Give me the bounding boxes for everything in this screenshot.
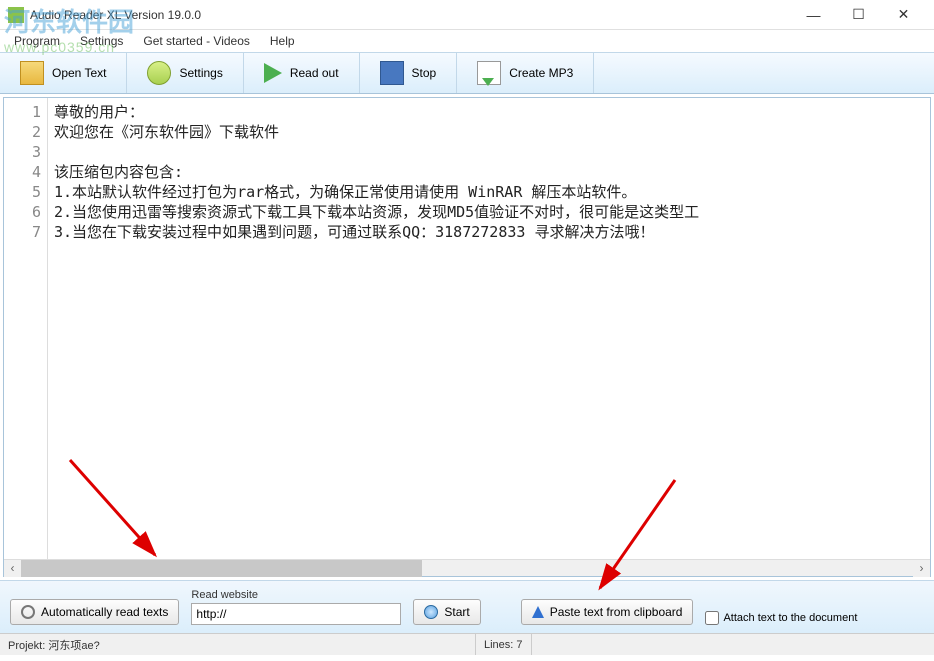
bottom-panel: Automatically read texts Read website St… <box>0 580 934 633</box>
text-line: 该压缩包内容包含: <box>54 162 924 182</box>
open-file-icon <box>20 61 44 85</box>
menu-get-started[interactable]: Get started - Videos <box>135 32 258 50</box>
stop-icon <box>380 61 404 85</box>
maximize-button[interactable]: ☐ <box>836 1 881 29</box>
line-number-gutter: 1234567 <box>4 98 48 559</box>
status-projekt: Projekt: 河东项ae? <box>0 634 476 655</box>
scroll-left-arrow[interactable]: ‹ <box>4 560 21 577</box>
attach-checkbox[interactable] <box>705 611 719 625</box>
scroll-track[interactable] <box>21 560 913 577</box>
stop-label: Stop <box>412 66 437 80</box>
auto-read-label: Automatically read texts <box>41 605 168 619</box>
create-mp3-label: Create MP3 <box>509 66 573 80</box>
menu-program[interactable]: Program <box>6 32 68 50</box>
toolbar: Open Text Settings Read out Stop Create … <box>0 52 934 94</box>
text-line: 尊敬的用户： <box>54 102 924 122</box>
settings-label: Settings <box>179 66 222 80</box>
text-line: 1.本站默认软件经过打包为rar格式，为确保正常使用请使用 WinRAR 解压本… <box>54 182 924 202</box>
create-mp3-button[interactable]: Create MP3 <box>457 53 594 93</box>
start-label: Start <box>444 605 469 619</box>
open-text-label: Open Text <box>52 66 106 80</box>
scroll-thumb[interactable] <box>21 560 422 577</box>
status-lines: Lines: 7 <box>476 634 532 655</box>
menu-help[interactable]: Help <box>262 32 303 50</box>
read-website-group: Read website <box>191 589 401 625</box>
mp3-icon <box>477 61 501 85</box>
scroll-right-arrow[interactable]: › <box>913 560 930 577</box>
window-controls: — ☐ ✕ <box>791 1 926 29</box>
read-out-label: Read out <box>290 66 339 80</box>
globe-icon <box>424 605 438 619</box>
stop-button[interactable]: Stop <box>360 53 458 93</box>
auto-read-button[interactable]: Automatically read texts <box>10 599 179 625</box>
titlebar: Audio Reader XL Version 19.0.0 — ☐ ✕ <box>0 0 934 30</box>
horizontal-scrollbar[interactable]: ‹ › <box>4 559 930 576</box>
play-icon <box>264 63 282 83</box>
attach-label: Attach text to the document <box>723 612 857 624</box>
text-content[interactable]: 尊敬的用户： 欢迎您在《河东软件园》下载软件 该压缩包内容包含: 1.本站默认软… <box>48 98 930 559</box>
menubar: Program Settings Get started - Videos He… <box>0 30 934 52</box>
text-editor[interactable]: 1234567 尊敬的用户： 欢迎您在《河东软件园》下载软件 该压缩包内容包含:… <box>4 98 930 559</box>
app-icon <box>8 7 24 23</box>
paste-up-arrow-icon <box>532 606 544 618</box>
paste-clipboard-button[interactable]: Paste text from clipboard <box>521 599 694 625</box>
url-input[interactable] <box>191 603 401 625</box>
menu-settings[interactable]: Settings <box>72 32 131 50</box>
attach-checkbox-group[interactable]: Attach text to the document <box>705 611 857 625</box>
text-line <box>54 142 924 162</box>
start-button[interactable]: Start <box>413 599 480 625</box>
settings-button[interactable]: Settings <box>127 53 243 93</box>
paste-label: Paste text from clipboard <box>550 605 683 619</box>
close-button[interactable]: ✕ <box>881 1 926 29</box>
editor-container: 1234567 尊敬的用户： 欢迎您在《河东软件园》下载软件 该压缩包内容包含:… <box>3 97 931 577</box>
settings-icon <box>147 61 171 85</box>
open-text-button[interactable]: Open Text <box>0 53 127 93</box>
window-title: Audio Reader XL Version 19.0.0 <box>30 8 791 22</box>
statusbar: Projekt: 河东项ae? Lines: 7 <box>0 633 934 655</box>
text-line: 欢迎您在《河东软件园》下载软件 <box>54 122 924 142</box>
minimize-button[interactable]: — <box>791 1 836 29</box>
auto-read-icon <box>21 605 35 619</box>
read-out-button[interactable]: Read out <box>244 53 360 93</box>
text-line: 3.当您在下载安装过程中如果遇到问题，可通过联系QQ：3187272833 寻求… <box>54 222 924 242</box>
text-line: 2.当您使用迅雷等搜索资源式下载工具下载本站资源，发现MD5值验证不对时，很可能… <box>54 202 924 222</box>
read-website-label: Read website <box>191 589 401 601</box>
